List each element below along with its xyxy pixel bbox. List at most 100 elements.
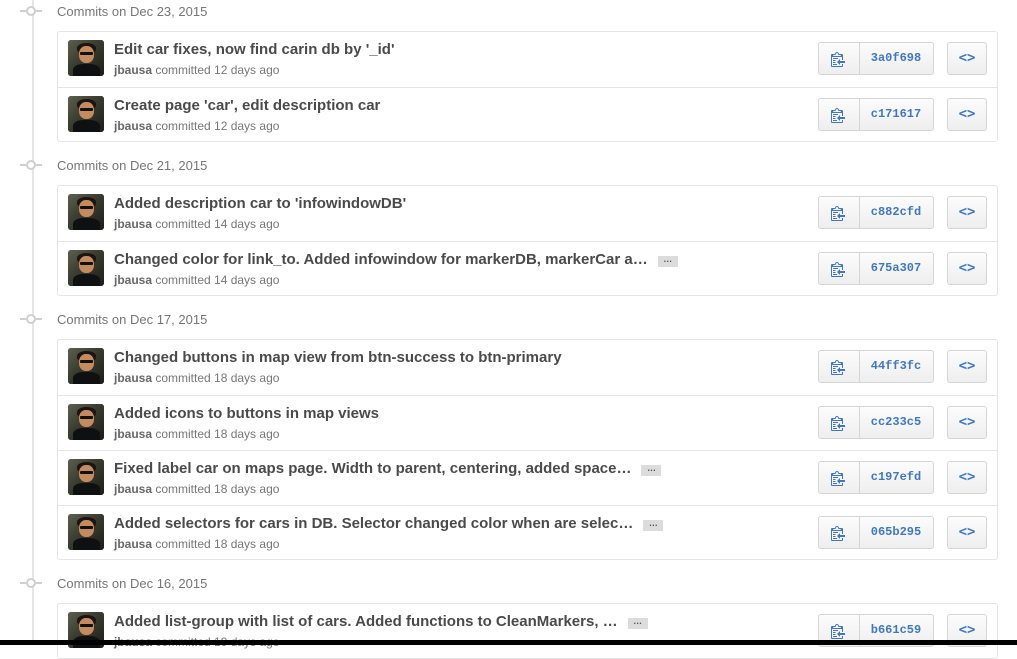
commit-author-link[interactable]: jbausa [114,537,152,551]
commit-meta: jbausa committed 12 days ago [114,63,279,77]
avatar[interactable] [68,514,104,550]
commit-message-link[interactable]: Added icons to buttons in map views [114,405,379,422]
commit-sha-link[interactable]: c197efd [859,462,933,493]
copy-sha-button[interactable] [819,197,860,228]
commit-row: Edit car fixes, now find carin db by '_i… [58,32,997,87]
commit-author-link[interactable]: jbausa [114,371,152,385]
commit-author-link[interactable]: jbausa [114,482,152,496]
commit-meta: jbausa committed 18 days ago [114,427,279,441]
copy-sha-button[interactable] [819,253,860,284]
commit-list: Edit car fixes, now find carin db by '_i… [57,31,998,142]
avatar[interactable] [68,250,104,286]
commit-sha-link[interactable]: c171617 [859,99,933,130]
commit-group-title: Commits on Dec 23, 2015 [57,4,208,19]
commit-message-link[interactable]: Edit car fixes, now find carin db by '_i… [114,41,395,58]
commit-list: Changed buttons in map view from btn-suc… [57,339,998,560]
commit-sha-link[interactable]: 675a307 [859,253,933,284]
commit-message-link[interactable]: Create page 'car', edit description car [114,97,380,114]
window-bottom-edge [0,640,1017,645]
commit-message-link[interactable]: Changed color for link_to. Added infowin… [114,251,648,268]
commit-message-wrapper: Added selectors for cars in DB. Selector… [114,515,664,532]
commit-list: Added description car to 'infowindowDB' j… [57,185,998,296]
expand-message-button[interactable]: … [627,617,648,629]
copy-sha-button[interactable] [819,407,860,438]
commit-time: committed 12 days ago [152,63,280,77]
commit-time: committed 18 days ago [152,427,280,441]
commit-author-link[interactable]: jbausa [114,119,152,133]
commit-time: committed 12 days ago [152,119,280,133]
commit-message-wrapper: Fixed label car on maps page. Width to p… [114,460,662,477]
copy-sha-button[interactable] [819,43,860,74]
commit-time: committed 18 days ago [152,482,280,496]
commit-row: Added description car to 'infowindowDB' j… [58,186,997,241]
browse-repo-button[interactable]: <> [947,461,987,494]
commit-message-link[interactable]: Fixed label car on maps page. Width to p… [114,460,631,477]
expand-message-button[interactable]: … [657,255,678,267]
code-icon: <> [958,50,976,66]
copy-sha-button[interactable] [819,351,860,382]
commit-sha-link[interactable]: cc233c5 [859,407,933,438]
browse-repo-button[interactable]: <> [947,42,987,75]
commit-message-link[interactable]: Changed buttons in map view from btn-suc… [114,349,562,366]
sha-button-group: 3a0f698 [818,42,934,75]
browse-repo-button[interactable]: <> [947,252,987,285]
browse-repo-button[interactable]: <> [947,98,987,131]
commit-meta: jbausa committed 14 days ago [114,217,279,231]
commit-meta: jbausa committed 18 days ago [114,482,279,496]
avatar[interactable] [68,96,104,132]
commit-group-title: Commits on Dec 16, 2015 [57,576,208,591]
commit-group-header: Commits on Dec 16, 2015 [0,572,600,596]
avatar[interactable] [68,194,104,230]
code-icon: <> [958,622,976,638]
browse-repo-button[interactable]: <> [947,406,987,439]
sha-button-group: c882cfd [818,196,934,229]
commit-node-icon [20,6,42,16]
sha-button-group: 675a307 [818,252,934,285]
commit-author-link[interactable]: jbausa [114,63,152,77]
commit-author-link[interactable]: jbausa [114,217,152,231]
browse-repo-button[interactable]: <> [947,196,987,229]
commit-row: Create page 'car', edit description car j… [58,87,997,142]
code-icon: <> [958,358,976,374]
commit-row: Added icons to buttons in map views jbaus… [58,395,997,450]
avatar[interactable] [68,459,104,495]
browse-repo-button[interactable]: <> [947,350,987,383]
copy-sha-button[interactable] [819,99,860,130]
commit-sha-link[interactable]: 3a0f698 [859,43,933,74]
commit-sha-link[interactable]: 065b295 [859,517,933,548]
sha-button-group: 44ff3fc [818,350,934,383]
code-icon: <> [958,260,976,276]
commit-message-wrapper: Added list-group with list of cars. Adde… [114,613,648,630]
commit-group-header: Commits on Dec 23, 2015 [0,0,600,24]
copy-sha-button[interactable] [819,517,860,548]
commit-row: Changed buttons in map view from btn-suc… [58,340,997,395]
commit-group-title: Commits on Dec 17, 2015 [57,312,208,327]
commit-meta: jbausa committed 12 days ago [114,119,279,133]
sha-button-group: c197efd [818,461,934,494]
commit-message-wrapper: Changed color for link_to. Added infowin… [114,251,678,268]
commit-time: committed 14 days ago [152,273,280,287]
commit-sha-link[interactable]: 44ff3fc [859,351,933,382]
commit-sha-link[interactable]: c882cfd [859,197,933,228]
commit-message-link[interactable]: Added list-group with list of cars. Adde… [114,613,618,630]
commit-time: committed 18 days ago [152,537,280,551]
code-icon: <> [958,469,976,485]
commit-meta: jbausa committed 18 days ago [114,537,279,551]
commit-node-icon [20,160,42,170]
commit-message-link[interactable]: Added description car to 'infowindowDB' [114,195,406,212]
commit-time: committed 18 days ago [152,371,280,385]
avatar[interactable] [68,40,104,76]
avatar[interactable] [68,404,104,440]
expand-message-button[interactable]: … [643,519,664,531]
browse-repo-button[interactable]: <> [947,516,987,549]
commit-message-link[interactable]: Added selectors for cars in DB. Selector… [114,515,633,532]
expand-message-button[interactable]: … [641,464,662,476]
code-icon: <> [958,414,976,430]
commit-group-title: Commits on Dec 21, 2015 [57,158,208,173]
avatar[interactable] [68,348,104,384]
copy-sha-button[interactable] [819,462,860,493]
commit-row: Added selectors for cars in DB. Selector… [58,505,997,560]
commit-meta: jbausa committed 14 days ago [114,273,279,287]
commit-author-link[interactable]: jbausa [114,273,152,287]
commit-author-link[interactable]: jbausa [114,427,152,441]
